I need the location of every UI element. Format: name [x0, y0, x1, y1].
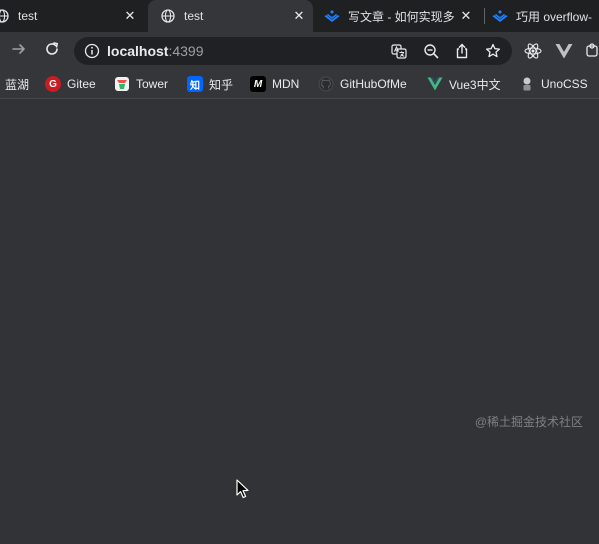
zoom-out-icon[interactable] [422, 42, 440, 60]
page-content[interactable] [0, 100, 599, 544]
bookmark-label: GitHubOfMe [340, 77, 407, 91]
watermark: @稀土掘金技术社区 [474, 415, 583, 429]
mdn-icon: M [250, 76, 266, 92]
bookmark-label: 蓝湖 [5, 77, 30, 92]
close-icon[interactable]: ✕ [458, 8, 474, 24]
bookmark-label: Tower [136, 77, 169, 91]
url-host: localhost [107, 43, 169, 59]
react-devtools-icon[interactable] [523, 41, 543, 61]
tab-juejin-write[interactable]: 写文章 - 如何实现多 ✕ [322, 0, 480, 32]
bookmark-label: UnoCSS [541, 77, 588, 91]
gitee-icon: G [45, 76, 61, 92]
url-port: :4399 [168, 43, 204, 59]
close-icon[interactable]: ✕ [291, 8, 307, 24]
bookmark-mdn[interactable]: M MDN [250, 75, 299, 93]
bookmark-tower[interactable]: Tower [114, 75, 168, 93]
bookmark-vue3[interactable]: Vue3中文 [427, 75, 501, 93]
tower-icon [114, 76, 130, 92]
bookmarks-bar: 蓝湖 G Gitee Tower 知 知乎 M MDN GitHubOfMe V… [0, 70, 599, 99]
translate-icon[interactable] [390, 42, 408, 60]
bookmark-zhihu[interactable]: 知 知乎 [187, 75, 233, 93]
forward-button[interactable] [6, 38, 32, 64]
juejin-icon [324, 8, 340, 24]
tab-strip: test ✕ test ✕ 写文章 - 如何实现多 ✕ 巧用 overflow- [0, 0, 599, 32]
vue-devtools-icon[interactable] [554, 41, 574, 61]
tab-title: 巧用 overflow- [516, 9, 593, 24]
reload-button[interactable] [39, 38, 65, 64]
bookmark-lanhu[interactable]: 蓝湖 [5, 75, 29, 93]
unocss-icon [519, 76, 535, 92]
bookmark-label: 知乎 [209, 77, 234, 92]
info-icon[interactable] [84, 43, 100, 59]
browser-toolbar: localhost:4399 [0, 32, 599, 70]
vue-icon [427, 76, 443, 92]
tab-juejin-overflow[interactable]: 巧用 overflow- [492, 0, 599, 32]
bookmark-label: Vue3中文 [449, 77, 501, 92]
reload-icon [44, 41, 60, 62]
tab-test-1[interactable]: test ✕ [0, 0, 144, 32]
arrow-right-icon [11, 41, 27, 62]
bookmark-star-icon[interactable] [484, 42, 502, 60]
tab-test-2[interactable]: test ✕ [148, 0, 313, 32]
globe-icon [160, 8, 176, 24]
bookmark-label: Gitee [67, 77, 96, 91]
bookmark-github[interactable]: GitHubOfMe [318, 75, 407, 93]
tab-title: test [18, 9, 38, 23]
globe-icon [0, 8, 10, 24]
tab-title: test [184, 9, 204, 23]
close-icon[interactable]: ✕ [122, 8, 138, 24]
juejin-icon [492, 8, 508, 24]
bookmark-gitee[interactable]: G Gitee [45, 75, 96, 93]
tab-separator [484, 8, 485, 24]
share-icon[interactable] [453, 42, 471, 60]
url-text[interactable]: localhost:4399 [107, 43, 204, 59]
zhihu-icon: 知 [187, 76, 203, 92]
bookmark-label: MDN [272, 77, 300, 91]
github-icon [318, 76, 334, 92]
tab-title: 写文章 - 如何实现多 [348, 9, 455, 24]
address-bar[interactable]: localhost:4399 [74, 37, 512, 65]
bookmark-unocss[interactable]: UnoCSS [519, 75, 588, 93]
mouse-cursor-icon [236, 479, 250, 499]
extension-icon[interactable] [584, 41, 599, 61]
